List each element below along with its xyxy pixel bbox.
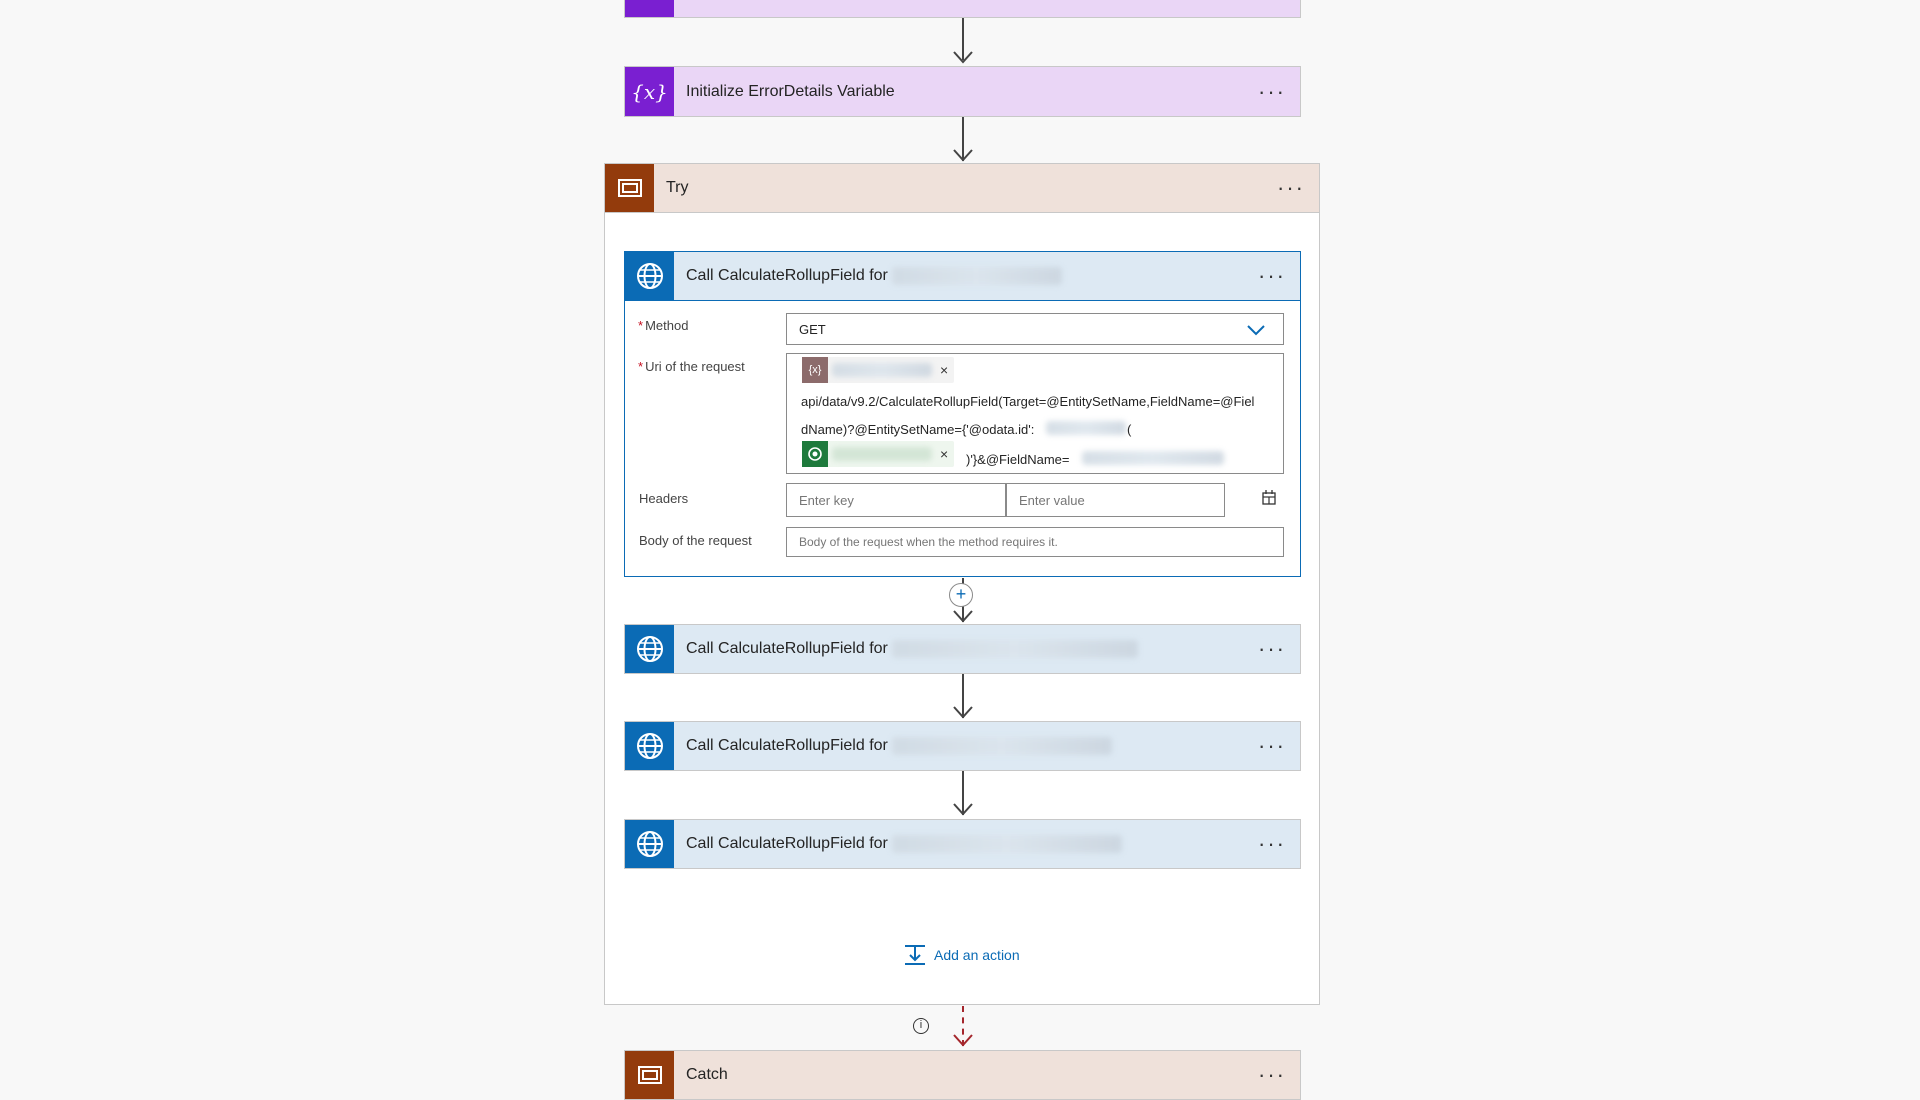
http-action-card[interactable]: Call CalculateRollupField for ···	[624, 819, 1301, 869]
body-input[interactable]: Body of the request when the method requ…	[786, 527, 1284, 557]
redacted-text	[891, 737, 1112, 755]
uri-text-line-2: dName)?@EntitySetName={'@odata.id':	[801, 422, 1035, 437]
add-action-icon	[905, 945, 925, 965]
arrow-head-icon	[953, 1034, 973, 1047]
header-key-input[interactable]: Enter key	[786, 483, 1006, 517]
more-options-button[interactable]: ···	[1258, 833, 1286, 855]
add-an-action-button[interactable]: Add an action	[903, 943, 1020, 967]
redacted-text	[891, 267, 1062, 285]
try-scope-header[interactable]: Try ···	[604, 163, 1320, 213]
action-title: Call CalculateRollupField for	[686, 267, 888, 284]
variable-icon	[625, 0, 674, 17]
arrow-head-icon	[953, 610, 973, 623]
dynamic-content-token[interactable]: {x} ×	[802, 357, 955, 383]
globe-icon	[625, 820, 674, 868]
redacted-text	[832, 363, 932, 377]
http-action-header[interactable]: Call CalculateRollupField for ···	[624, 251, 1301, 301]
redacted-text	[1046, 421, 1126, 435]
redacted-text	[832, 447, 932, 461]
redacted-text	[891, 640, 1138, 658]
arrow-head-icon	[953, 51, 973, 64]
dynamic-content-token[interactable]: ×	[802, 441, 955, 467]
insert-step-button[interactable]: +	[949, 583, 973, 607]
variable-token-icon: {x}	[802, 357, 828, 383]
arrow-head-icon	[953, 803, 973, 816]
arrow-head-icon	[953, 706, 973, 719]
dataverse-token-icon	[802, 441, 828, 467]
scope-icon	[625, 1051, 674, 1099]
header-value-input[interactable]: Enter value	[1006, 483, 1225, 517]
initialize-errordetails-variable-card[interactable]: {x} Initialize ErrorDetails Variable ···	[624, 66, 1301, 117]
globe-icon	[625, 625, 674, 673]
globe-icon	[625, 252, 674, 300]
redacted-text	[1082, 451, 1224, 465]
method-select[interactable]: GET	[786, 313, 1284, 345]
more-options-button[interactable]: ···	[1258, 638, 1286, 660]
action-title: Call CalculateRollupField for	[686, 737, 888, 754]
remove-token-icon[interactable]: ×	[940, 362, 948, 378]
globe-icon	[625, 722, 674, 770]
add-an-action-label: Add an action	[934, 947, 1020, 963]
action-title: Call CalculateRollupField for	[686, 835, 888, 852]
arrow-head-icon	[953, 149, 973, 162]
variable-icon: {x}	[625, 67, 674, 116]
uri-text-line-3: )'}&@FieldName=	[966, 452, 1070, 467]
method-label: * Method	[638, 318, 689, 333]
more-options-button[interactable]: ···	[1258, 735, 1286, 757]
scope-title: Try	[666, 179, 689, 196]
uri-text-line-1: api/data/v9.2/CalculateRollupField(Targe…	[801, 394, 1255, 409]
redacted-text	[891, 835, 1122, 853]
switch-to-text-mode-icon[interactable]	[1260, 489, 1278, 507]
previous-variable-card[interactable]	[624, 0, 1301, 18]
remove-token-icon[interactable]: ×	[940, 446, 948, 462]
action-title: Call CalculateRollupField for	[686, 640, 888, 657]
card-title: Initialize ErrorDetails Variable	[686, 82, 895, 100]
more-options-button[interactable]: ···	[1258, 80, 1286, 103]
scope-icon	[605, 164, 654, 212]
more-options-button[interactable]: ···	[1277, 177, 1305, 199]
body-label: Body of the request	[639, 533, 752, 548]
catch-scope-header[interactable]: Catch ···	[624, 1050, 1301, 1100]
headers-label: Headers	[639, 491, 689, 506]
run-after-info-icon[interactable]: i	[913, 1018, 929, 1034]
chevron-down-icon	[1247, 325, 1265, 336]
http-action-card[interactable]: Call CalculateRollupField for ···	[624, 624, 1301, 674]
more-options-button[interactable]: ···	[1258, 1064, 1286, 1086]
method-value: GET	[799, 321, 826, 337]
scope-title: Catch	[686, 1066, 728, 1083]
more-options-button[interactable]: ···	[1258, 265, 1286, 287]
uri-label: * Uri of the request	[638, 359, 745, 374]
uri-text-paren: (	[1127, 422, 1132, 437]
http-action-card[interactable]: Call CalculateRollupField for ···	[624, 721, 1301, 771]
